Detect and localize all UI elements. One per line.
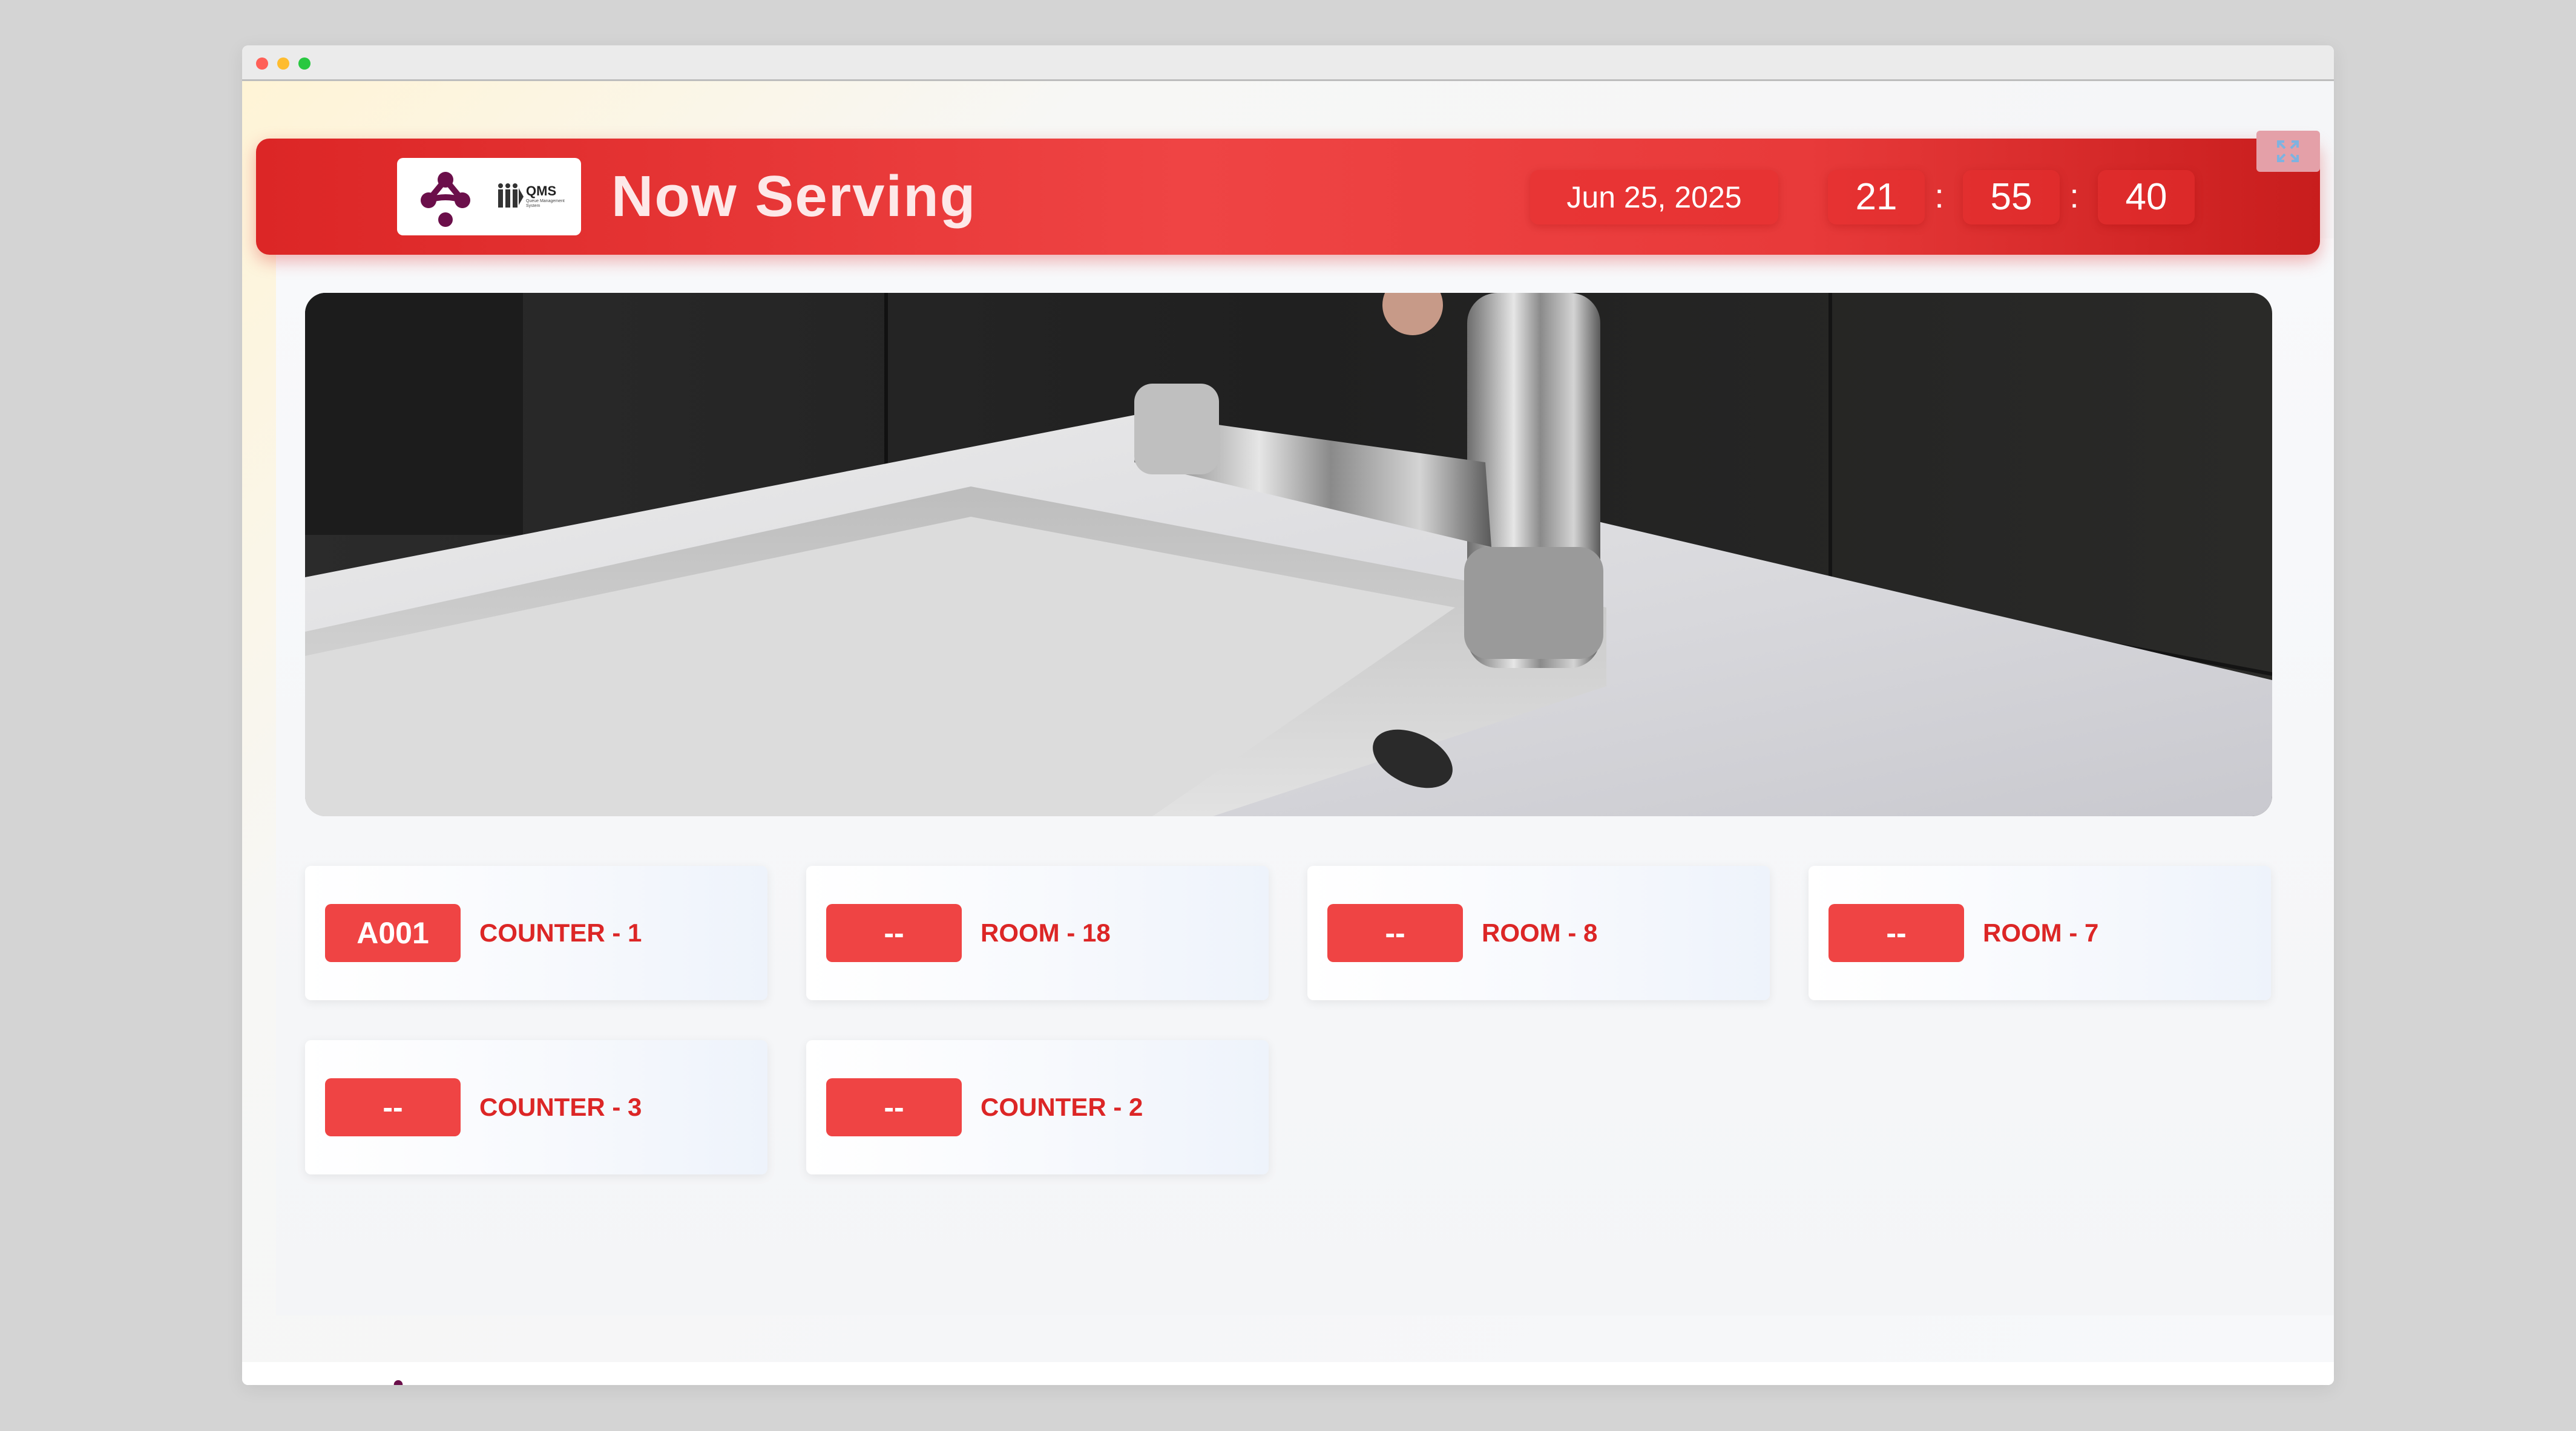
counter-label: ROOM - 8 xyxy=(1482,919,1598,947)
close-window-button[interactable] xyxy=(256,57,268,70)
clock-seconds: 40 xyxy=(2098,170,2195,224)
clock-separator: : xyxy=(2069,177,2079,215)
clock-hours: 21 xyxy=(1828,170,1925,224)
ticket-number: -- xyxy=(1828,904,1964,962)
brand-logo: QMS Queue Management System xyxy=(397,158,581,235)
counter-label: COUNTER - 3 xyxy=(479,1093,642,1121)
ticket-number: -- xyxy=(826,1078,962,1136)
ticket-number: -- xyxy=(325,1078,461,1136)
footer-bar: Welcome to HQMS xyxy=(242,1362,2334,1385)
header-bar: QMS Queue Management System Now Serving … xyxy=(256,139,2320,255)
display-board: QMS Queue Management System Now Serving … xyxy=(242,81,2334,1385)
footer-welcome-text: Welcome to HQMS xyxy=(431,1380,602,1385)
ticket-number: -- xyxy=(1327,904,1463,962)
counter-card: -- ROOM - 18 xyxy=(806,866,1269,1000)
people-icon xyxy=(498,183,524,208)
promo-video[interactable] xyxy=(305,293,2272,816)
date-display: Jun 25, 2025 xyxy=(1530,170,1778,224)
maximize-window-button[interactable] xyxy=(298,57,310,70)
sink-faucet-video-frame xyxy=(305,293,2272,816)
hqms-logo-icon xyxy=(393,1380,403,1385)
counter-card: -- ROOM - 7 xyxy=(1809,866,2271,1000)
counter-label: COUNTER - 2 xyxy=(981,1093,1143,1121)
fullscreen-button[interactable] xyxy=(2256,131,2320,172)
clock-separator: : xyxy=(1934,177,1944,215)
counter-card: -- ROOM - 8 xyxy=(1307,866,1770,1000)
browser-window: QMS Queue Management System Now Serving … xyxy=(242,45,2334,1385)
counter-label: ROOM - 18 xyxy=(981,919,1111,947)
hqms-logo-icon xyxy=(421,172,470,227)
counter-card: A001 COUNTER - 1 xyxy=(305,866,767,1000)
counter-card: -- COUNTER - 3 xyxy=(305,1040,767,1174)
ticket-number: A001 xyxy=(325,904,461,962)
fullscreen-icon xyxy=(2277,140,2299,162)
page-title: Now Serving xyxy=(611,164,977,229)
counter-label: COUNTER - 1 xyxy=(479,919,642,947)
clock-minutes: 55 xyxy=(1963,170,2060,224)
counter-card: -- COUNTER - 2 xyxy=(806,1040,1269,1174)
qms-wordmark: QMS Queue Management System xyxy=(497,181,576,217)
qms-logo-text: QMS xyxy=(526,183,557,198)
ticket-number: -- xyxy=(826,904,962,962)
counter-label: ROOM - 7 xyxy=(1983,919,2099,947)
qms-logo-subtext: Queue Management System xyxy=(526,199,565,208)
window-titlebar xyxy=(242,45,2334,81)
minimize-window-button[interactable] xyxy=(277,57,289,70)
